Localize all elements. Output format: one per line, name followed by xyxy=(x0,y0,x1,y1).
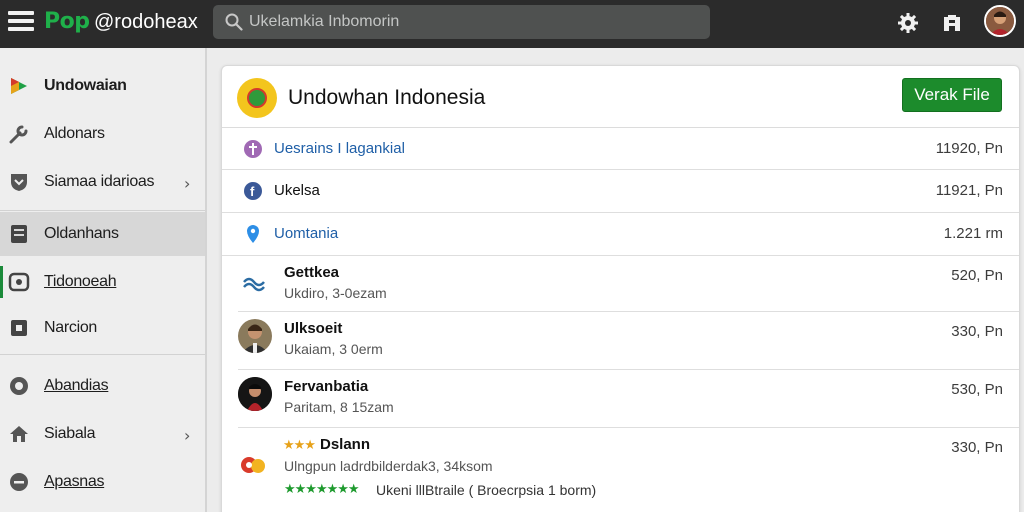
main-card: Undowhan Indonesia Verak File Uesrains I… xyxy=(221,65,1020,512)
minus-circle-icon xyxy=(10,473,28,491)
list-item[interactable]: Ulksoeit Ukaiam, 3 0erm 330, Pn xyxy=(238,312,1019,370)
link-icon xyxy=(243,277,265,292)
rating-stars-green: ★★★★★★★ xyxy=(284,482,360,497)
location-pin-icon xyxy=(247,225,259,243)
row-name[interactable]: Gettkea xyxy=(284,264,339,281)
globe-icon xyxy=(8,272,30,292)
chevron-right-icon: › xyxy=(184,174,191,193)
red-badge-icon xyxy=(241,457,265,473)
notification-icon[interactable] xyxy=(940,11,964,35)
sidebar-item-label: Apasnas xyxy=(44,473,105,490)
sidebar-item-tidonoeah[interactable]: Tidonoeah xyxy=(0,260,205,304)
sidebar-item-oldanhans[interactable]: Oldanhans xyxy=(0,212,205,256)
row-subtitle: Ukaiam, 3 0erm xyxy=(284,341,383,357)
sidebar-item-label: Oldanhans xyxy=(44,225,119,242)
view-file-button[interactable]: Verak File xyxy=(902,78,1002,112)
sidebar-item-label: Siabala xyxy=(44,425,96,442)
list-item[interactable]: Uomtania 1.221 rm xyxy=(222,213,1019,256)
row-name[interactable]: Fervanbatia xyxy=(284,378,368,395)
row-time: 330, Pn xyxy=(951,323,1003,340)
document-icon xyxy=(11,225,27,243)
sidebar-item-siamaa-idarioas[interactable]: Siamaa idarioas › xyxy=(0,160,205,204)
divider xyxy=(0,354,205,355)
sidebar-item-abandias[interactable]: Abandias xyxy=(0,364,205,408)
row-subtitle: Ukdiro, 3-0ezam xyxy=(284,285,387,301)
row-time: 11920, Pn xyxy=(935,140,1003,157)
row-name[interactable]: Uomtania xyxy=(274,225,338,242)
organization-logo xyxy=(237,78,277,118)
settings-icon xyxy=(10,377,28,395)
person-avatar-dark[interactable] xyxy=(238,377,272,411)
row-time: 11921, Pn xyxy=(935,182,1003,199)
row-subtitle: Ulngpun ladrdbilderdak3, 34ksom xyxy=(284,458,493,474)
sidebar-item-label: Tidonoeah xyxy=(44,273,117,290)
svg-text:f: f xyxy=(250,184,255,199)
sidebar-item-narcion[interactable]: Narcion xyxy=(0,306,205,350)
person-avatar[interactable] xyxy=(238,319,272,353)
shield-icon xyxy=(11,174,27,191)
list-item[interactable]: f Ukelsa 11921, Pn xyxy=(222,170,1019,213)
search-icon xyxy=(225,13,243,31)
sidebar-item-label: Abandias xyxy=(44,377,109,394)
square-icon xyxy=(11,320,27,336)
sidebar-item-label: Siamaa idarioas xyxy=(44,173,155,190)
row-subtitle: Paritam, 8 15zam xyxy=(284,399,394,415)
facebook-icon: f xyxy=(244,182,262,200)
row-time: 330, Pn xyxy=(951,439,1003,456)
sidebar-item-aldonars[interactable]: Aldonars xyxy=(0,112,205,156)
list-item[interactable]: Uesrains I lagankial 11920, Pn xyxy=(222,128,1019,170)
gear-icon[interactable] xyxy=(896,11,920,35)
rating-text: Ukeni lllBtraile ( Broecrpsia 1 borm) xyxy=(376,482,597,498)
list-item[interactable]: ★★★ Dslann Ulngpun ladrdbilderdak3, 34ks… xyxy=(238,428,1019,512)
row-time: 1.221 rm xyxy=(943,225,1003,242)
sidebar-item-undowaian[interactable]: Undowaian xyxy=(0,64,205,108)
menu-icon[interactable] xyxy=(8,11,36,33)
top-bar: Pop @rodoheax Ukelamkia Inbomorin xyxy=(0,0,1024,48)
active-indicator xyxy=(0,266,3,298)
list-item[interactable]: Gettkea Ukdiro, 3-0ezam 520, Pn xyxy=(238,256,1019,312)
sidebar-item-apasnas[interactable]: Apasnas xyxy=(0,460,205,504)
page-title: Undowhan Indonesia xyxy=(288,86,486,109)
search-input[interactable]: Ukelamkia Inbomorin xyxy=(249,13,399,31)
sidebar-item-label: Aldonars xyxy=(44,125,105,142)
sidebar: Undowaian Aldonars Siamaa idarioas › Old… xyxy=(0,48,207,512)
wrench-icon xyxy=(9,125,28,144)
rating-stars: ★★★ xyxy=(283,438,316,453)
app-logo[interactable]: Pop xyxy=(44,9,90,34)
row-time: 520, Pn xyxy=(951,267,1003,284)
row-name[interactable]: Ukelsa xyxy=(274,182,320,199)
card-header: Undowhan Indonesia Verak File xyxy=(222,66,1019,128)
sidebar-item-label: Narcion xyxy=(44,319,98,336)
row-name[interactable]: Ulksoeit xyxy=(284,320,342,337)
row-time: 530, Pn xyxy=(951,381,1003,398)
play-icon xyxy=(11,78,27,94)
list-item[interactable]: Fervanbatia Paritam, 8 15zam 530, Pn xyxy=(238,370,1019,428)
sidebar-item-label: Undowaian xyxy=(44,77,127,94)
user-avatar[interactable] xyxy=(984,5,1016,37)
divider xyxy=(0,210,205,211)
row-name[interactable]: Dslann xyxy=(320,436,370,453)
sidebar-item-siabala[interactable]: Siabala › xyxy=(0,412,205,456)
row-name[interactable]: Uesrains I lagankial xyxy=(274,140,405,157)
home-icon xyxy=(10,426,28,442)
search-bar[interactable]: Ukelamkia Inbomorin xyxy=(213,5,710,39)
purple-dot-icon xyxy=(244,140,262,158)
chevron-right-icon: › xyxy=(184,426,191,445)
brand-name: @rodoheax xyxy=(94,11,198,33)
